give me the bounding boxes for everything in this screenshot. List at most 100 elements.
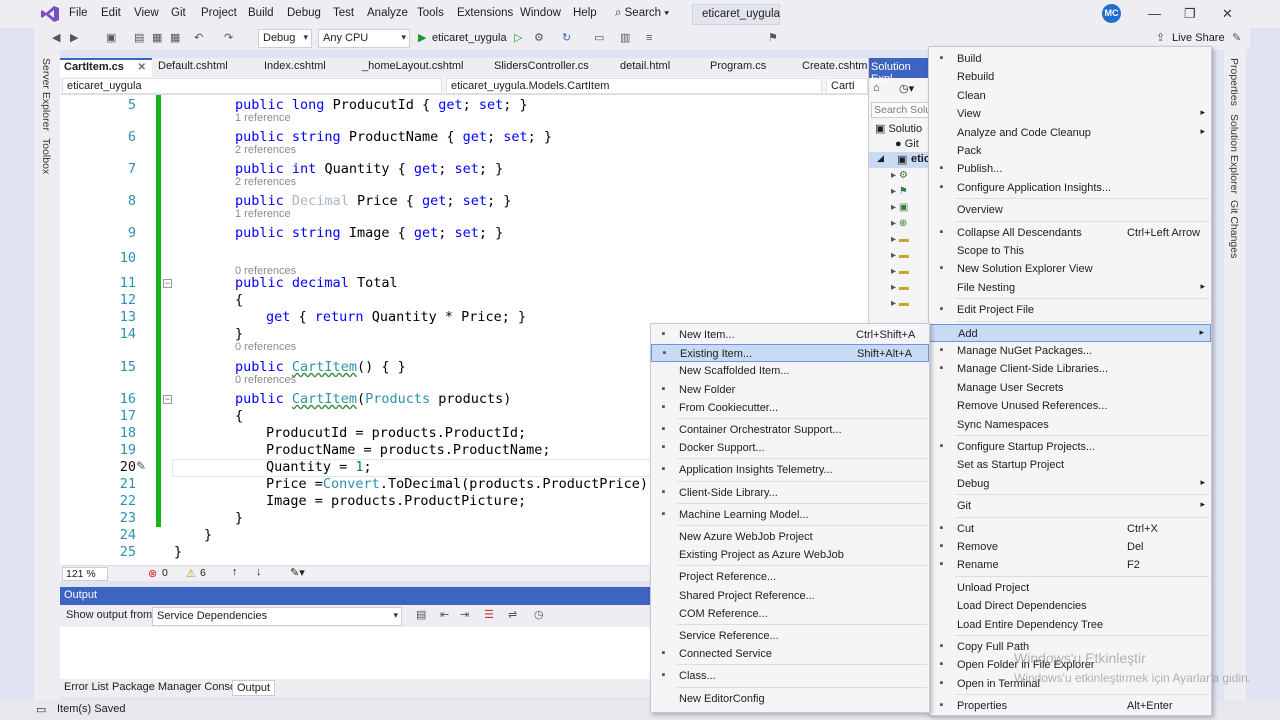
menu-item-edit-project-file[interactable]: ▪ Edit Project File <box>929 301 1211 319</box>
menu-item-manage-user-secrets[interactable]: Manage User Secrets <box>929 379 1211 397</box>
menu-item-manage-nuget-packages[interactable]: ▪ Manage NuGet Packages... <box>929 342 1211 360</box>
menu-item-configure-application-insights[interactable]: ▪ Configure Application Insights... <box>929 179 1211 197</box>
code-line[interactable]: 10 0 references <box>60 250 868 277</box>
redo-icon[interactable]: ↷ <box>224 32 237 45</box>
menu-item-publish[interactable]: ▪ Publish... <box>929 160 1211 178</box>
menu-item-new-solution-explorer-view[interactable]: ▪ New Solution Explorer View <box>929 260 1211 278</box>
codelens-references[interactable]: 0 references <box>235 374 296 386</box>
class-nav-select[interactable]: eticaret_uygula.Models.CartItem <box>446 78 822 94</box>
align-icon[interactable]: ≡ <box>646 32 659 45</box>
git-changes-tab[interactable]: Git Changes <box>1228 200 1240 258</box>
code-line[interactable]: 8 public Decimal Price { get; set; } 1 ref… <box>60 193 868 220</box>
menu-item-class[interactable]: ▪ Class... <box>651 667 929 685</box>
tab-default-cshtml[interactable]: Default.cshtml <box>154 58 258 77</box>
menu-item-scope-to-this[interactable]: Scope to This <box>929 242 1211 260</box>
save-all-icon[interactable]: ▦ <box>170 32 183 45</box>
solution-search-input[interactable]: Search Solut <box>871 102 929 118</box>
close-icon[interactable]: ✕ <box>1222 6 1233 22</box>
tab-program-cs[interactable]: Program.cs <box>706 58 796 77</box>
live-share-icon[interactable]: ⇪ <box>1156 32 1169 45</box>
live-share-button[interactable]: Live Share <box>1172 32 1225 44</box>
member-nav-select[interactable]: CartI <box>826 78 868 94</box>
menu-item-remove[interactable]: ▪ Remove Del <box>929 538 1211 556</box>
menu-item-existing-item[interactable]: ▪ Existing Item... Shift+Alt+A <box>651 344 929 363</box>
history-icon[interactable]: ◷▾ <box>899 82 914 95</box>
toolbox-tab[interactable]: Toolbox <box>40 138 52 174</box>
open-icon[interactable]: ▤ <box>134 32 147 45</box>
codelens-references[interactable]: 1 reference <box>235 112 291 124</box>
tab-sliderscontroller-cs[interactable]: SlidersController.cs <box>490 58 614 77</box>
menu-item-docker-support[interactable]: ▪ Docker Support... <box>651 439 929 457</box>
menu-item-set-as-startup-project[interactable]: Set as Startup Project <box>929 456 1211 474</box>
minimize-icon[interactable]: — <box>1148 6 1161 21</box>
menu-view[interactable]: View <box>134 7 159 19</box>
menu-project[interactable]: Project <box>201 7 237 19</box>
menu-item-sync-namespaces[interactable]: Sync Namespaces <box>929 416 1211 434</box>
feedback-icon[interactable]: ✎ <box>1232 32 1245 45</box>
menu-item-from-cookiecutter[interactable]: ▪ From Cookiecutter... <box>651 399 929 417</box>
project-node[interactable]: ◢ ▣ etic <box>869 152 931 168</box>
menu-item-analyze-and-code-cleanup[interactable]: Analyze and Code Cleanup ▸ <box>929 124 1211 142</box>
menu-item-new-editorconfig[interactable]: New EditorConfig <box>651 690 929 708</box>
menu-help[interactable]: Help <box>573 7 597 19</box>
menu-test[interactable]: Test <box>333 7 354 19</box>
clock-icon[interactable]: ◷ <box>534 609 547 622</box>
save-icon[interactable]: ▦ <box>152 32 165 45</box>
solution-node[interactable]: ▣ Solutio <box>875 122 922 135</box>
menu-item-rebuild[interactable]: Rebuild <box>929 68 1211 86</box>
tab-detail-html[interactable]: detail.html <box>616 58 704 77</box>
menu-item-load-direct-dependencies[interactable]: Load Direct Dependencies <box>929 597 1211 615</box>
clear-all-icon[interactable]: ☰ <box>484 609 497 622</box>
codelens-references[interactable]: 2 references <box>235 176 296 188</box>
avatar[interactable]: MC <box>1102 4 1121 23</box>
menu-item-new-folder[interactable]: ▪ New Folder <box>651 381 929 399</box>
output-body[interactable] <box>60 627 650 679</box>
git-node[interactable]: ● Git <box>895 138 919 150</box>
code-line[interactable]: 7 public int Quantity { get; set; } 2 refe… <box>60 161 868 188</box>
up-arrow-icon[interactable]: ↑ <box>232 566 238 578</box>
folder-node[interactable]: ▸ ▬ <box>891 266 909 277</box>
menu-item-load-entire-dependency-tree[interactable]: Load Entire Dependency Tree <box>929 616 1211 634</box>
bookmark-icon[interactable]: ⚑ <box>768 32 781 45</box>
menu-item-remove-unused-references[interactable]: Remove Unused References... <box>929 397 1211 415</box>
code-line[interactable]: 9 public string Image { get; set; } <box>60 225 868 242</box>
menu-extensions[interactable]: Extensions <box>457 7 513 19</box>
down-arrow-icon[interactable]: ↓ <box>256 566 262 578</box>
back-icon[interactable]: ◀ <box>52 32 65 45</box>
start-without-debug-icon[interactable]: ▷ <box>514 32 527 45</box>
maximize-icon[interactable]: ❐ <box>1184 6 1196 22</box>
menu-item-new-item[interactable]: ▪ New Item... Ctrl+Shift+A <box>651 326 929 344</box>
config-select[interactable]: Debug <box>258 29 312 48</box>
code-line[interactable]: 11 public decimal Total − <box>60 275 868 292</box>
folder-node[interactable]: ▸ ▬ <box>891 234 909 245</box>
output-source-select[interactable]: Service Dependencies <box>152 607 402 626</box>
platform-select[interactable]: Any CPU <box>318 29 410 48</box>
zoom-select[interactable]: 121 % <box>62 567 108 581</box>
properties-tab[interactable]: Properties <box>1228 58 1240 106</box>
menu-tools[interactable]: Tools <box>417 7 444 19</box>
folder-node[interactable]: ▸ ▬ <box>891 282 909 293</box>
menu-item-file-nesting[interactable]: File Nesting ▸ <box>929 279 1211 297</box>
menu-item-existing-project-as-azure-webjob[interactable]: Existing Project as Azure WebJob <box>651 546 929 564</box>
close-tab-icon[interactable]: ✕ <box>138 62 146 73</box>
new-project-icon[interactable]: ▣ <box>106 32 119 45</box>
prev-icon[interactable]: ⇤ <box>440 609 453 622</box>
menu-item-overview[interactable]: Overview <box>929 201 1211 219</box>
menu-item-application-insights-telemetry[interactable]: ▪ Application Insights Telemetry... <box>651 461 929 479</box>
run-icon[interactable]: ▶ <box>418 32 431 45</box>
code-line[interactable]: 6 public string ProductName { get; set; }… <box>60 129 868 156</box>
tab-error-list[interactable]: Error List <box>60 680 113 696</box>
menu-item-com-reference[interactable]: COM Reference... <box>651 605 929 623</box>
code-line[interactable]: 5 public long ProducutId { get; set; } 1 r… <box>60 97 868 124</box>
warning-count[interactable]: 6 <box>200 567 206 579</box>
menu-analyze[interactable]: Analyze <box>367 7 408 19</box>
tab-package-manager-console[interactable]: Package Manager Console <box>108 680 249 696</box>
quick-action-icon[interactable]: ✎ <box>136 459 146 473</box>
menu-item-new-scaffolded-item[interactable]: New Scaffolded Item... <box>651 362 929 380</box>
menu-item-build[interactable]: ▪ Build <box>929 50 1211 68</box>
menu-item-connected-service[interactable]: ▪ Connected Service <box>651 645 929 663</box>
menu-item-add[interactable]: Add ▸ <box>929 323 1211 342</box>
menu-item-manage-client-side-libraries[interactable]: ▪ Manage Client-Side Libraries... <box>929 360 1211 378</box>
menu-window[interactable]: Window <box>520 7 561 19</box>
menu-item-git[interactable]: Git ▸ <box>929 497 1211 515</box>
